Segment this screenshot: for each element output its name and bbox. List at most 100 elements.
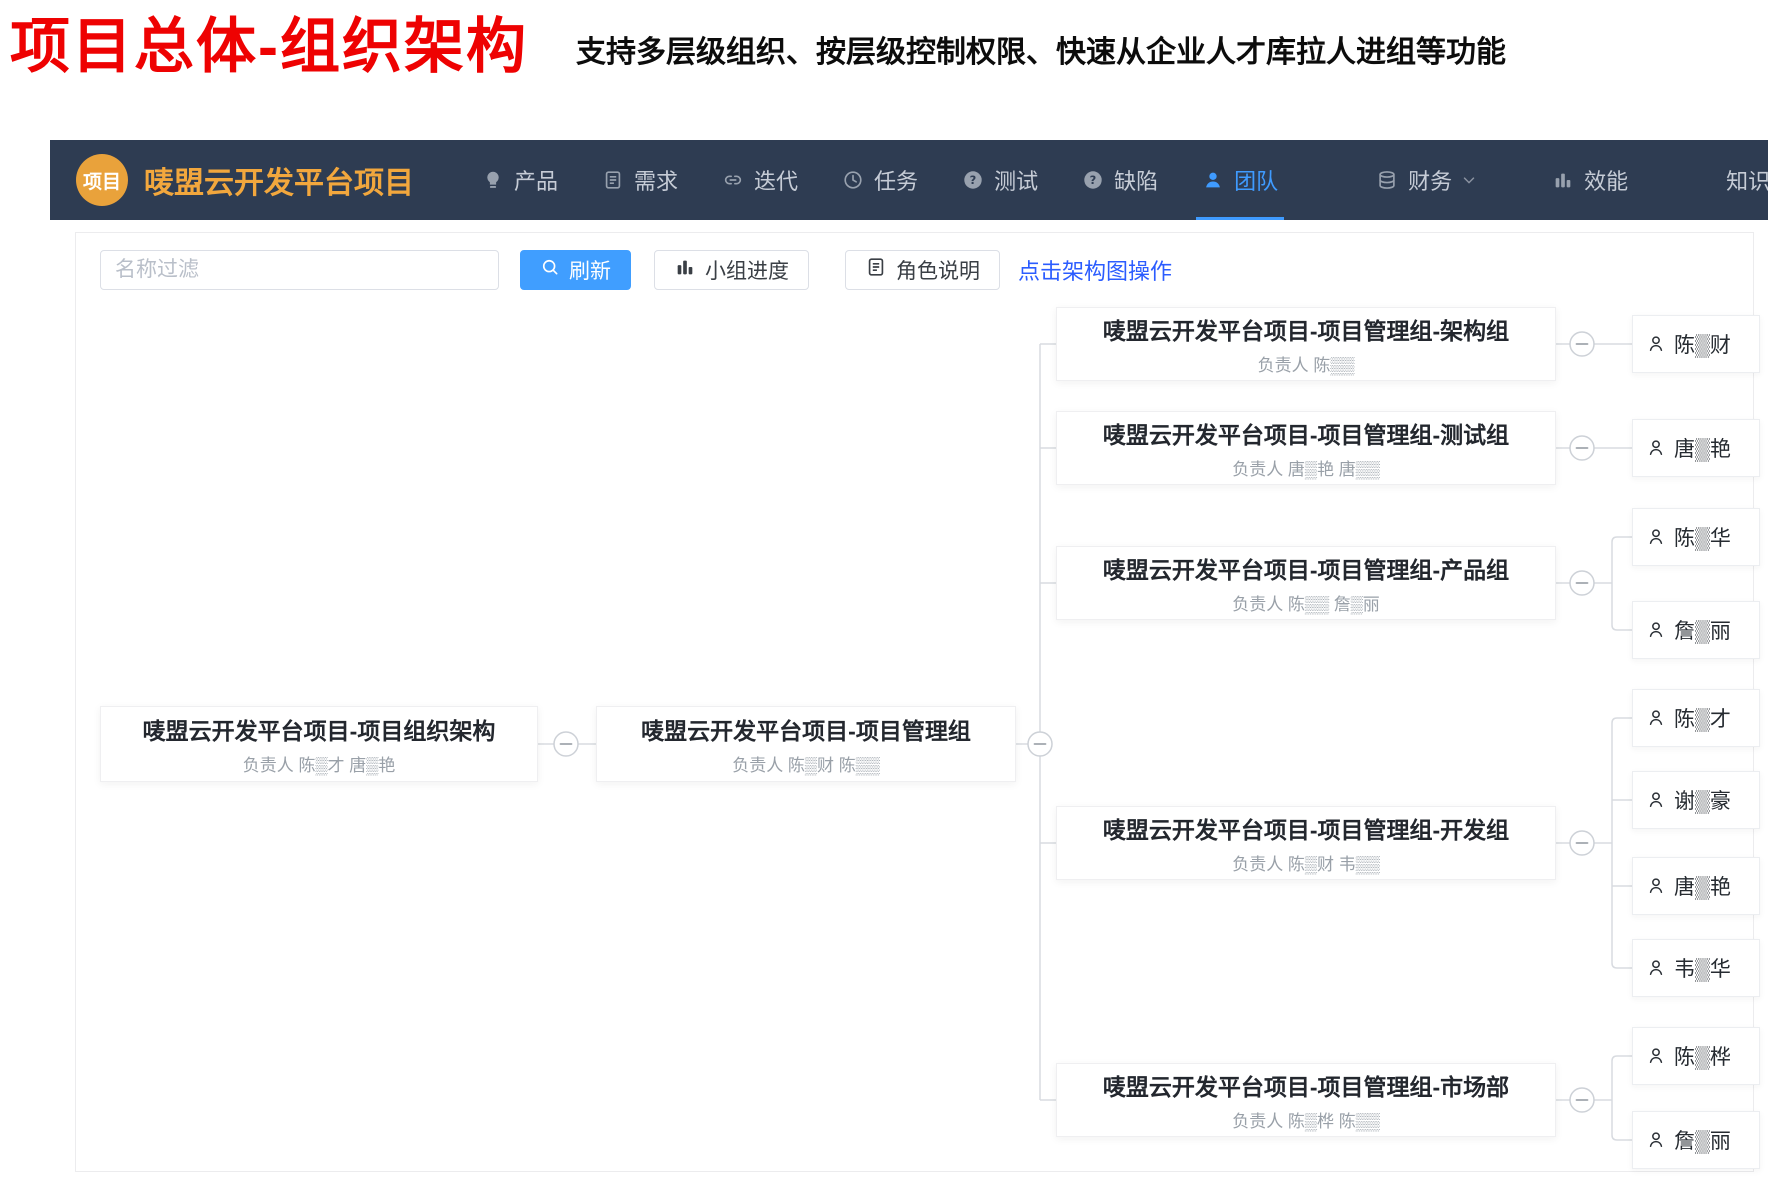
- role-description-button-label: 角色说明: [896, 255, 980, 285]
- page-header: 项目总体-组织架构 支持多层级组织、按层级控制权限、快速从企业人才库拉人进组等功…: [10, 6, 1506, 87]
- member-card[interactable]: 韦▒华: [1632, 939, 1760, 997]
- document-icon: [865, 256, 887, 284]
- member-card[interactable]: 詹▒丽: [1632, 1111, 1760, 1169]
- project-name: 唛盟云开发平台项目: [144, 158, 414, 202]
- role-description-button[interactable]: 角色说明: [845, 250, 1000, 290]
- refresh-button-label: 刷新: [569, 255, 611, 285]
- person-icon: [1646, 876, 1666, 896]
- member-name: 唐▒艳: [1674, 433, 1731, 463]
- collapse-toggle[interactable]: [554, 732, 578, 756]
- person-icon: [1646, 527, 1666, 547]
- navbar-brand: 项目 唛盟云开发平台项目: [76, 140, 460, 220]
- nav-menu: 产品 需求 迭代 任务 ?测试? 缺陷团队 财务 效能 知识: [460, 140, 1768, 220]
- name-filter-input[interactable]: [100, 250, 499, 290]
- nav-item-product[interactable]: 产品: [460, 140, 580, 220]
- person-icon: [1646, 620, 1666, 640]
- member-card[interactable]: 唐▒艳: [1632, 419, 1760, 477]
- org-node-group[interactable]: 唛盟云开发平台项目-项目管理组-产品组负责人 陈▒▒ 詹▒丽: [1056, 546, 1556, 620]
- top-navbar: 项目 唛盟云开发平台项目 产品 需求 迭代 任务 ?测试? 缺陷团队 财务 效能 知识: [50, 140, 1768, 220]
- nav-item-iteration[interactable]: 迭代: [700, 140, 820, 220]
- collapse-toggle[interactable]: [1570, 332, 1594, 356]
- bar-chart-icon: [674, 256, 696, 284]
- org-node-leader: 负责人 陈▒才 唐▒艳: [243, 751, 396, 776]
- org-node-title: 唛盟云开发平台项目-项目管理组-市场部: [1103, 1068, 1509, 1102]
- group-progress-button-label: 小组进度: [705, 255, 789, 285]
- nav-item-label: 任务: [874, 164, 918, 196]
- org-node-leader: 负责人 陈▒财 陈▒▒: [732, 751, 880, 776]
- nav-item-test[interactable]: ?测试: [940, 140, 1060, 220]
- org-node-leader: 负责人 陈▒▒: [1258, 351, 1355, 376]
- collapse-toggle[interactable]: [1570, 1088, 1594, 1112]
- collapse-toggle[interactable]: [1028, 732, 1052, 756]
- collapse-toggle[interactable]: [1570, 831, 1594, 855]
- person-icon: [1646, 790, 1666, 810]
- person-icon: [1202, 169, 1224, 191]
- org-node-leader: 负责人 陈▒桦 陈▒▒: [1232, 1107, 1380, 1132]
- member-card[interactable]: 陈▒桦: [1632, 1027, 1760, 1085]
- member-card[interactable]: 唐▒艳: [1632, 857, 1760, 915]
- collapse-toggle[interactable]: [1570, 436, 1594, 460]
- person-icon: [1646, 438, 1666, 458]
- person-icon: [1646, 1046, 1666, 1066]
- refresh-button[interactable]: 刷新: [520, 250, 631, 290]
- org-node-group[interactable]: 唛盟云开发平台项目-项目管理组-架构组负责人 陈▒▒: [1056, 307, 1556, 381]
- member-card[interactable]: 谢▒豪: [1632, 771, 1760, 829]
- org-node-group[interactable]: 唛盟云开发平台项目-项目管理组-开发组负责人 陈▒财 韦▒▒: [1056, 806, 1556, 880]
- org-node-title: 唛盟云开发平台项目-项目管理组-测试组: [1103, 416, 1509, 450]
- member-card[interactable]: 陈▒财: [1632, 315, 1760, 373]
- member-name: 韦▒华: [1674, 953, 1731, 983]
- person-icon: [1646, 708, 1666, 728]
- org-node-root[interactable]: 唛盟云开发平台项目-项目组织架构负责人 陈▒才 唐▒艳: [100, 706, 538, 782]
- nav-item-defects[interactable]: ? 缺陷: [1060, 140, 1180, 220]
- nav-item-label: 缺陷: [1114, 164, 1158, 196]
- member-name: 陈▒桦: [1674, 1041, 1731, 1071]
- nav-item-team[interactable]: 团队: [1180, 140, 1300, 220]
- org-node-leader: 负责人 陈▒▒ 詹▒丽: [1232, 590, 1380, 615]
- org-node-group[interactable]: 唛盟云开发平台项目-项目管理组-市场部负责人 陈▒桦 陈▒▒: [1056, 1063, 1556, 1137]
- question-circle-icon: ?: [1082, 169, 1104, 191]
- link-loop-icon: [722, 169, 744, 191]
- org-node-title: 唛盟云开发平台项目-项目管理组: [641, 712, 971, 746]
- org-node-title: 唛盟云开发平台项目-项目管理组-架构组: [1103, 312, 1509, 346]
- member-name: 陈▒财: [1674, 329, 1731, 359]
- org-node-title: 唛盟云开发平台项目-项目管理组-产品组: [1103, 551, 1509, 585]
- svg-text:?: ?: [970, 173, 977, 187]
- nav-item-label: 效能: [1584, 164, 1628, 196]
- page: 项目总体-组织架构 支持多层级组织、按层级控制权限、快速从企业人才库拉人进组等功…: [0, 0, 1768, 1182]
- org-node-title: 唛盟云开发平台项目-项目组织架构: [143, 712, 496, 746]
- collapse-toggle[interactable]: [1570, 571, 1594, 595]
- org-node-leader: 负责人 唐▒艳 唐▒▒: [1232, 455, 1380, 480]
- document-icon: [602, 169, 624, 191]
- org-node-title: 唛盟云开发平台项目-项目管理组-开发组: [1103, 811, 1509, 845]
- org-node-group[interactable]: 唛盟云开发平台项目-项目管理组-测试组负责人 唐▒艳 唐▒▒: [1056, 411, 1556, 485]
- nav-item-requirements[interactable]: 需求: [580, 140, 700, 220]
- nav-item-label: 需求: [634, 164, 678, 196]
- chart-operation-hint-link[interactable]: 点击架构图操作: [1018, 254, 1172, 286]
- svg-text:?: ?: [1090, 173, 1097, 187]
- member-card[interactable]: 陈▒华: [1632, 508, 1760, 566]
- magnifier-icon: [540, 257, 560, 283]
- nav-item-finance[interactable]: 财务: [1354, 140, 1500, 220]
- org-node-leader: 负责人 陈▒财 韦▒▒: [1232, 850, 1380, 875]
- member-card[interactable]: 詹▒丽: [1632, 601, 1760, 659]
- chevron-down-icon: [1460, 171, 1478, 189]
- database-icon: [1376, 169, 1398, 191]
- person-icon: [1646, 334, 1666, 354]
- member-name: 陈▒才: [1674, 703, 1731, 733]
- project-logo-label: 项目: [83, 167, 121, 194]
- nav-item-tasks[interactable]: 任务: [820, 140, 940, 220]
- member-name: 詹▒丽: [1674, 615, 1731, 645]
- org-node-manager[interactable]: 唛盟云开发平台项目-项目管理组负责人 陈▒财 陈▒▒: [596, 706, 1016, 782]
- member-name: 唐▒艳: [1674, 871, 1731, 901]
- bulb-icon: [482, 169, 504, 191]
- question-circle-icon: ?: [962, 169, 984, 191]
- member-card[interactable]: 陈▒才: [1632, 689, 1760, 747]
- nav-item-label: 迭代: [754, 164, 798, 196]
- nav-item-performance[interactable]: 效能: [1530, 140, 1650, 220]
- bar-chart-icon: [1552, 169, 1574, 191]
- nav-item-knowledge[interactable]: 知识: [1704, 140, 1768, 220]
- nav-item-label: 财务: [1408, 164, 1452, 196]
- toolbar: 刷新 小组进度 角色说明 点击架构图操作: [100, 250, 1172, 290]
- page-title: 项目总体-组织架构: [10, 6, 528, 87]
- group-progress-button[interactable]: 小组进度: [654, 250, 809, 290]
